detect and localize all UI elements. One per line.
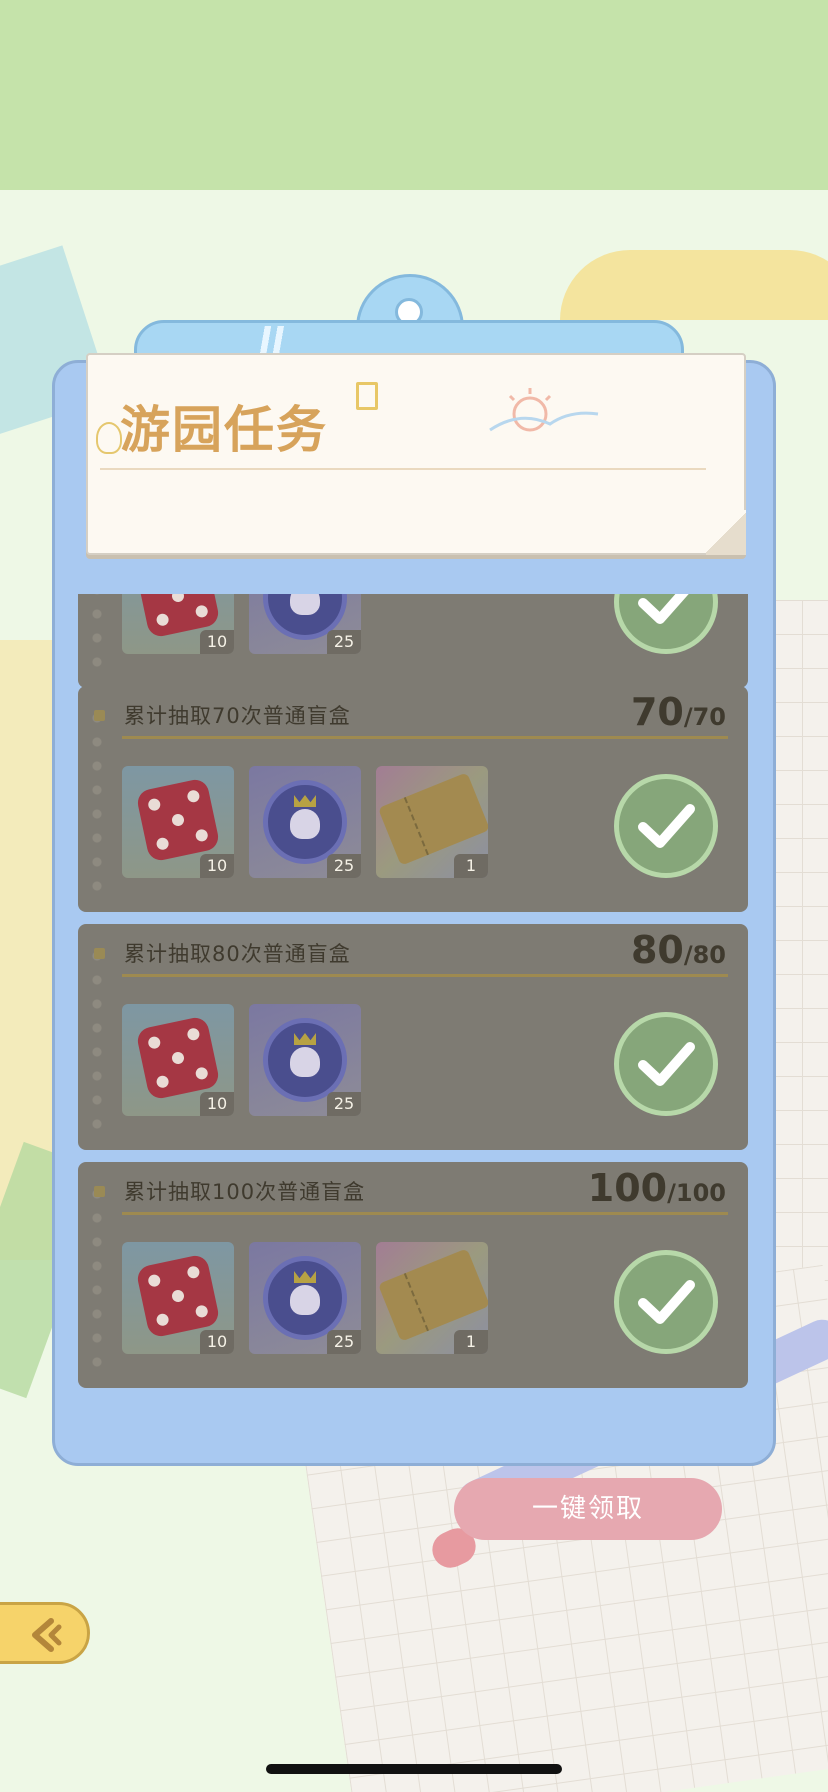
reward-count: 25 [327, 1330, 361, 1354]
notebook-dots [92, 594, 102, 672]
task-card: 累计抽取100次普通盲盒 100/100 10 25 1 [78, 1162, 748, 1388]
reward-count: 10 [200, 1330, 234, 1354]
ticket-icon [377, 772, 488, 866]
reward-count: 25 [327, 1092, 361, 1116]
task-card: 累计抽取70次普通盲盒 70/70 10 25 1 [78, 686, 748, 912]
reward-count: 25 [327, 854, 361, 878]
page-title: 游园任务 [120, 401, 328, 459]
check-circle-icon [614, 1012, 718, 1116]
reward-item-dice[interactable]: 10 [122, 1004, 234, 1116]
progress-total: /80 [683, 941, 726, 969]
reward-count: 10 [200, 1092, 234, 1116]
reward-count: 1 [454, 1330, 488, 1354]
task-bullet [94, 1186, 105, 1197]
notebook-dots [92, 706, 102, 896]
ruler-decoration [560, 250, 828, 320]
task-card: 累计抽取80次普通盲盒 80/80 10 25 [78, 924, 748, 1150]
reward-item-dice[interactable]: 10 [122, 594, 234, 654]
reward-count: 10 [200, 630, 234, 654]
reward-item-coin[interactable]: 25 [249, 1242, 361, 1354]
dice-icon [135, 777, 221, 863]
penguin-coin-icon [263, 780, 347, 864]
dice-icon [135, 1015, 221, 1101]
check-circle-icon [614, 1250, 718, 1354]
task-name: 累计抽取80次普通盲盒 [124, 942, 351, 966]
reward-item-ticket[interactable]: 1 [376, 766, 488, 878]
reward-item-ticket[interactable]: 1 [376, 1242, 488, 1354]
claim-all-button[interactable]: 一键领取 [454, 1478, 722, 1540]
penguin-coin-icon [263, 1018, 347, 1102]
notebook-dots [92, 944, 102, 1134]
reward-item-coin[interactable]: 25 [249, 766, 361, 878]
progress-total: /70 [683, 703, 726, 731]
task-progress: 100/100 [588, 1166, 726, 1210]
reward-count: 25 [327, 630, 361, 654]
paper-fold [706, 510, 746, 555]
check-circle-icon [614, 774, 718, 878]
task-progress: 80/80 [631, 928, 726, 972]
progress-current: 70 [630, 690, 684, 734]
check-circle-icon [614, 594, 718, 654]
task-progress: 70/70 [631, 690, 726, 734]
progress-total: /100 [667, 1179, 726, 1207]
task-bullet [94, 710, 105, 721]
top-banner [0, 0, 828, 190]
task-divider [122, 736, 728, 739]
home-indicator [266, 1764, 562, 1774]
notebook-dots [92, 1182, 102, 1372]
reward-item-coin[interactable]: 25 [249, 1004, 361, 1116]
sun-icon [489, 388, 599, 432]
task-card: 10 25 [78, 594, 748, 688]
title-underline [100, 468, 706, 470]
reward-item-dice[interactable]: 10 [122, 1242, 234, 1354]
task-divider [122, 1212, 728, 1215]
task-name: 累计抽取70次普通盲盒 [124, 704, 351, 728]
dice-icon [135, 1253, 221, 1339]
progress-current: 80 [630, 928, 684, 972]
task-divider [122, 974, 728, 977]
reward-item-coin[interactable]: 25 [249, 594, 361, 654]
progress-current: 100 [587, 1166, 668, 1210]
penguin-coin-icon [263, 1256, 347, 1340]
ticket-icon [377, 1248, 488, 1342]
reward-count: 10 [200, 854, 234, 878]
task-bullet [94, 948, 105, 959]
back-button[interactable] [0, 1602, 90, 1664]
flag-icon [356, 382, 378, 410]
back-arrow-icon [32, 1618, 62, 1652]
scallop-border [0, 176, 828, 194]
reward-count: 1 [454, 854, 488, 878]
task-list[interactable]: 10 25 累计抽取70次普通盲盒 70/70 10 25 1 累计抽取80次普… [78, 594, 748, 1394]
task-name: 累计抽取100次普通盲盒 [124, 1180, 366, 1204]
lightbulb-icon [96, 422, 122, 454]
reward-item-dice[interactable]: 10 [122, 766, 234, 878]
